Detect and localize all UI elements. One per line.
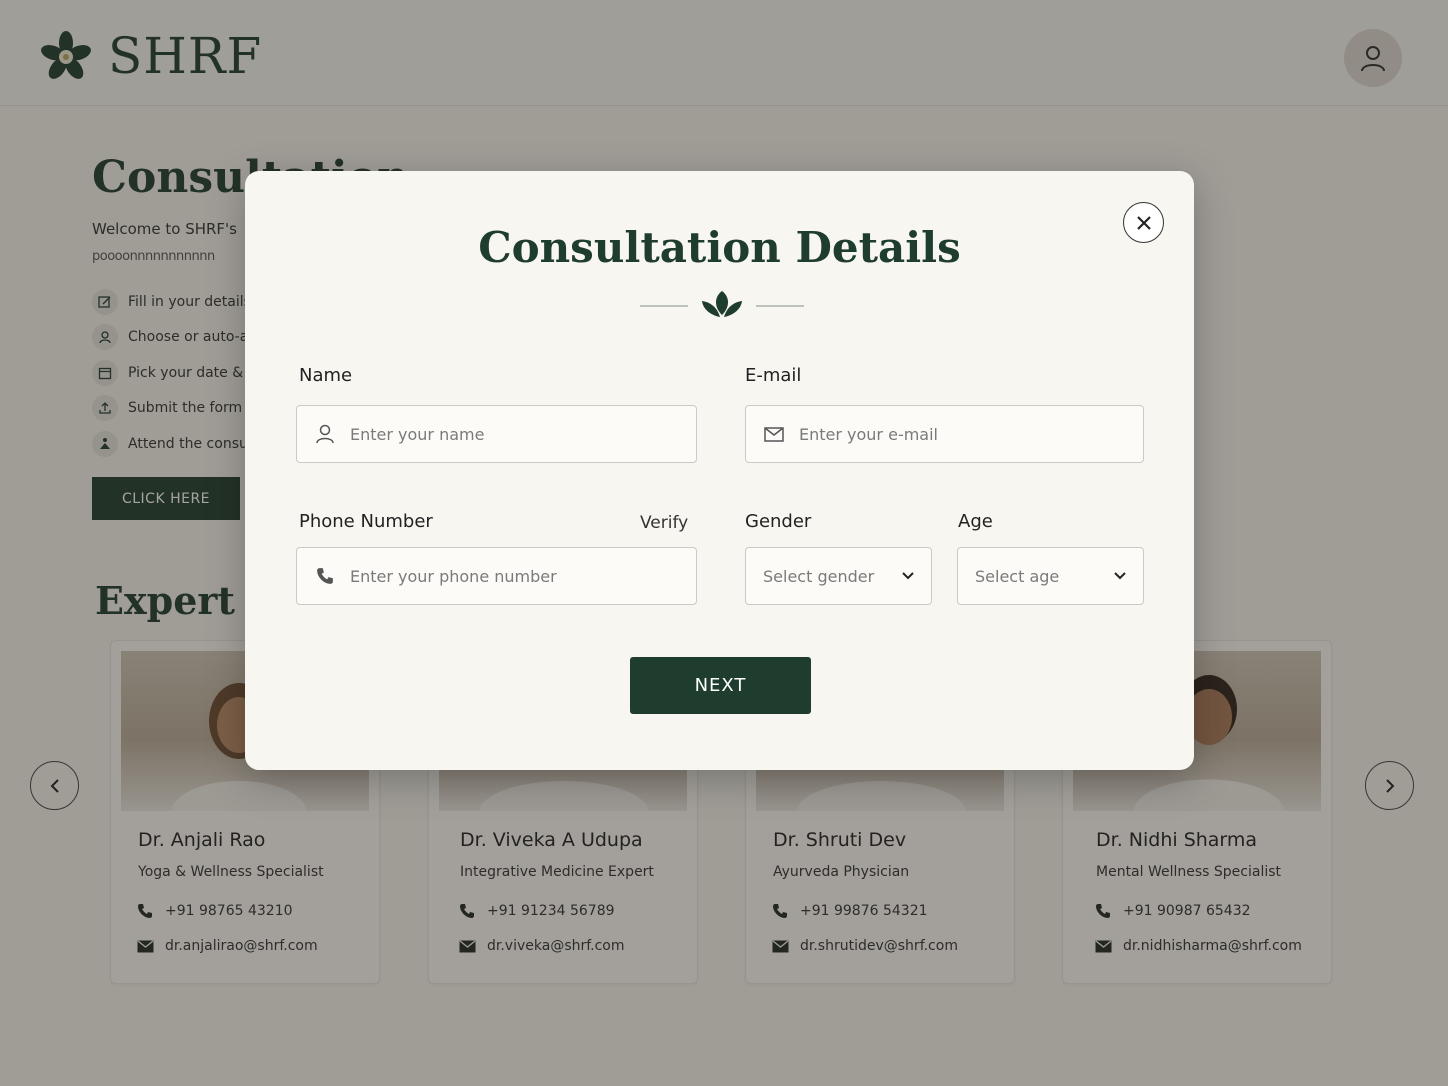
- name-input[interactable]: [350, 424, 650, 444]
- age-label: Age: [958, 511, 993, 532]
- user-icon: [314, 423, 336, 445]
- gender-select[interactable]: Select gender: [745, 547, 932, 605]
- email-field[interactable]: [745, 405, 1144, 463]
- email-input[interactable]: [799, 424, 1099, 444]
- gender-label: Gender: [745, 511, 812, 532]
- leaf-icon: [640, 291, 804, 317]
- phone-field[interactable]: [296, 547, 697, 605]
- mail-icon: [763, 423, 785, 445]
- leaf-divider: [640, 287, 804, 323]
- gender-select-value: Select gender: [763, 566, 875, 586]
- modal-title: Consultation Details: [478, 223, 961, 272]
- chevron-down-icon: [902, 572, 914, 580]
- phone-input[interactable]: [350, 566, 650, 586]
- next-button[interactable]: NEXT: [630, 657, 811, 714]
- age-select-value: Select age: [975, 566, 1060, 586]
- phone-icon: [314, 565, 336, 587]
- age-select[interactable]: Select age: [957, 547, 1144, 605]
- phone-label: Phone Number: [299, 511, 433, 532]
- consultation-modal: Consultation Details Name E-mail Phone N…: [245, 171, 1194, 770]
- name-label: Name: [299, 365, 353, 386]
- verify-link[interactable]: Verify: [640, 513, 688, 533]
- name-field[interactable]: [296, 405, 697, 463]
- email-label: E-mail: [745, 365, 802, 386]
- chevron-down-icon: [1114, 572, 1126, 580]
